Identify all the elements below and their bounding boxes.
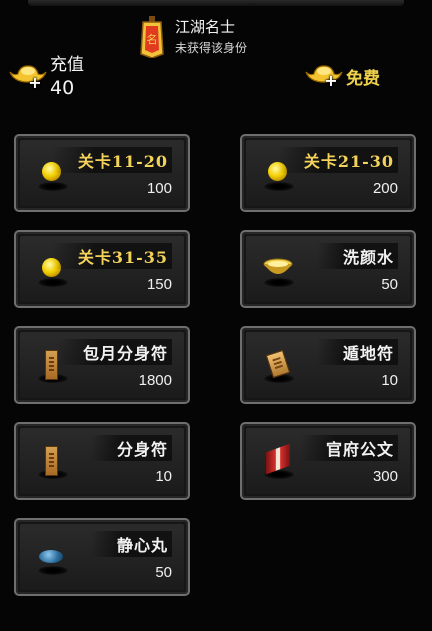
item-price: 200 xyxy=(372,180,398,197)
recharge-label: 充值 xyxy=(50,55,84,75)
item-name: 关卡31-35 xyxy=(51,243,172,269)
talisman-icon xyxy=(36,444,76,484)
item-price: 10 xyxy=(155,468,172,485)
item-price: 50 xyxy=(381,276,398,293)
plus-icon: + xyxy=(324,71,338,90)
identity-title: 江湖名士 xyxy=(175,18,236,36)
item-name: 关卡11-20 xyxy=(51,147,172,173)
item-price: 100 xyxy=(146,180,172,197)
wash-bowl-icon xyxy=(262,252,302,292)
shop-item-card[interactable]: 静心丸 50 xyxy=(14,518,190,596)
item-name: 洗颜水 xyxy=(316,243,398,269)
item-name: 分身符 xyxy=(90,435,172,461)
official-document-icon xyxy=(262,443,302,484)
identity-badge[interactable]: 名 江湖名士 未获得该身份 xyxy=(140,14,330,60)
earth-talisman-icon xyxy=(262,348,302,388)
item-price: 150 xyxy=(146,276,172,293)
badge-glyph: 名 xyxy=(147,32,158,46)
recharge-button[interactable]: + 充值 40 xyxy=(8,50,118,100)
currency-balance: 40 xyxy=(50,77,75,99)
item-price: 1800 xyxy=(138,372,172,389)
item-price: 10 xyxy=(381,372,398,389)
item-name: 遁地符 xyxy=(316,339,398,365)
item-name: 关卡21-30 xyxy=(277,147,398,173)
item-name: 静心丸 xyxy=(90,531,172,557)
item-price: 50 xyxy=(155,564,172,581)
shop-item-card[interactable]: 洗颜水 50 xyxy=(240,230,416,308)
shop-item-card[interactable]: 遁地符 10 xyxy=(240,326,416,404)
identity-token-icon: 名 xyxy=(140,16,164,58)
shop-item-card[interactable]: 包月分身符 1800 xyxy=(14,326,190,404)
shop-item-card[interactable]: 分身符 10 xyxy=(14,422,190,500)
item-price: 300 xyxy=(372,468,398,485)
top-bar-edge xyxy=(28,0,404,6)
free-currency-button[interactable]: + 免费 xyxy=(304,60,404,94)
calm-pill-icon xyxy=(36,540,76,580)
shop-item-card[interactable]: 官府公文 300 xyxy=(240,422,416,500)
free-label: 免费 xyxy=(346,69,380,89)
identity-status: 未获得该身份 xyxy=(175,41,248,55)
plus-icon: + xyxy=(28,73,42,92)
shop-item-card[interactable]: 关卡11-20 100 xyxy=(14,134,190,212)
item-name: 包月分身符 xyxy=(56,339,172,365)
item-name: 官府公文 xyxy=(299,435,398,461)
shop-item-card[interactable]: 关卡31-35 150 xyxy=(14,230,190,308)
shop-item-card[interactable]: 关卡21-30 200 xyxy=(240,134,416,212)
